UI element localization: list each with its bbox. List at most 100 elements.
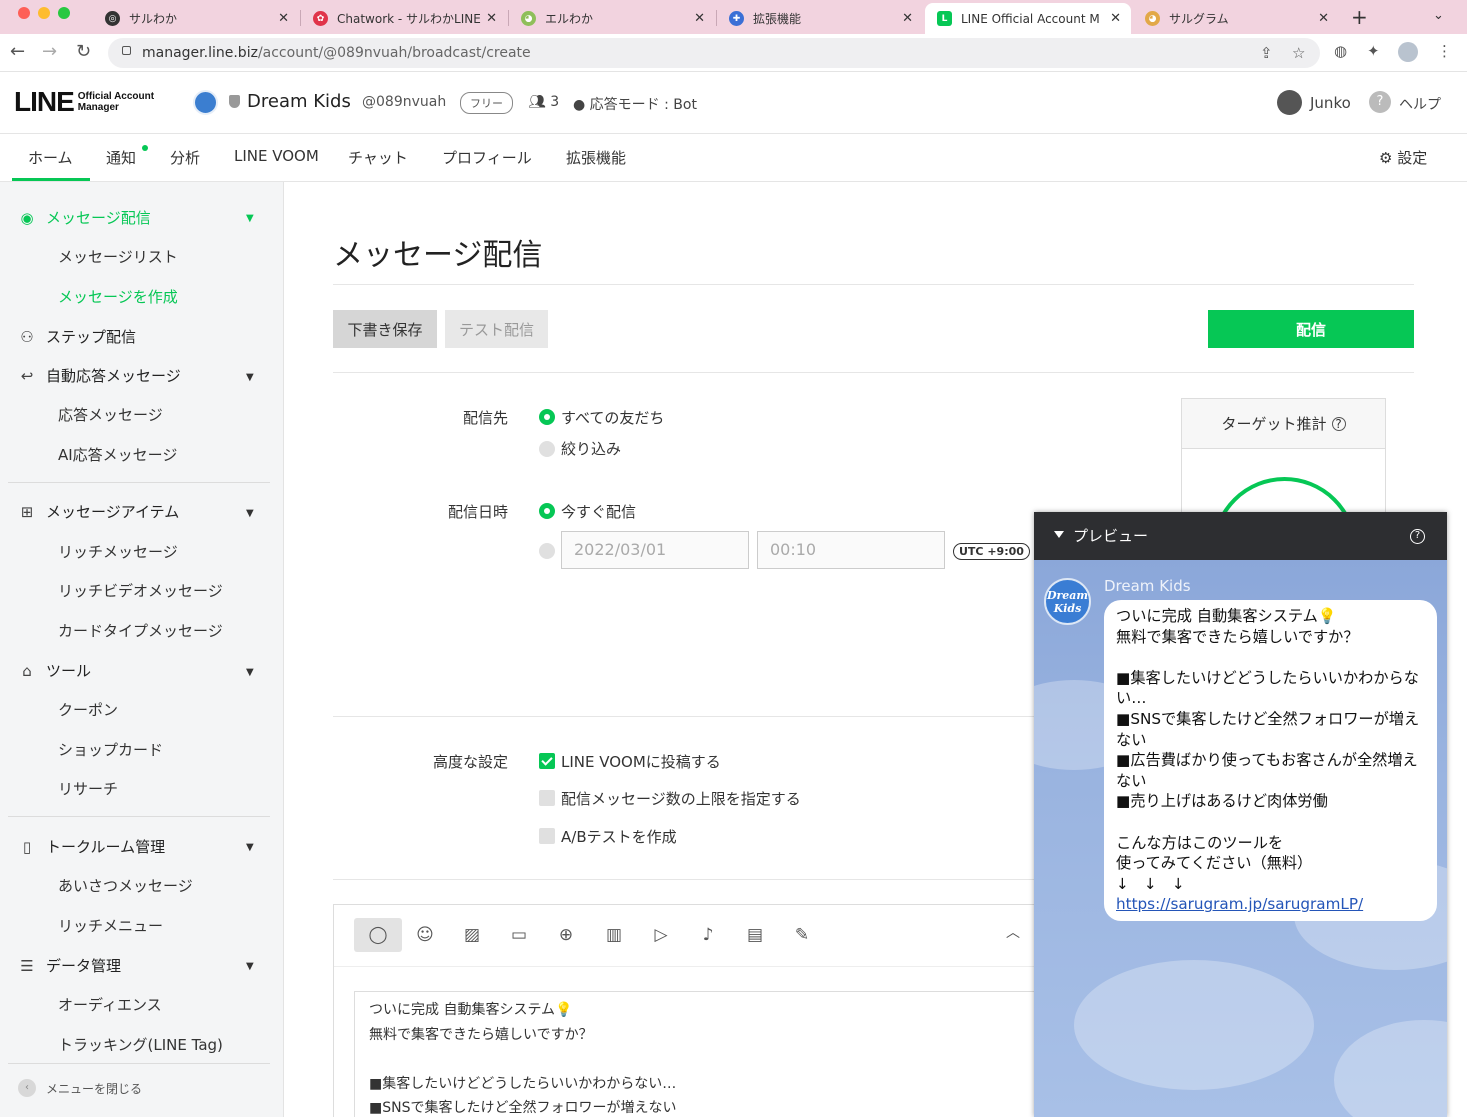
browser-tab[interactable]: ◕ エルわか ✕ xyxy=(509,3,715,34)
help-link[interactable]: ヘルプ xyxy=(1399,94,1441,114)
close-tab-icon[interactable]: ✕ xyxy=(902,11,913,26)
sidebar-item-rich-video[interactable]: リッチビデオメッセージ xyxy=(58,580,223,601)
share-icon[interactable]: ⇪ xyxy=(1260,44,1273,62)
survey-icon[interactable]: ✎ xyxy=(785,918,819,952)
nav-extensions[interactable]: 拡張機能 xyxy=(566,147,626,168)
user-name[interactable]: Junko xyxy=(1310,94,1351,112)
sidebar-broadcast[interactable]: ◉ メッセージ配信 xyxy=(17,207,150,228)
rich-video-icon[interactable]: ▥ xyxy=(597,918,631,952)
browser-tab[interactable]: ✿ Chatwork - サルわかLINE ✕ xyxy=(301,3,507,34)
close-tab-icon[interactable]: ✕ xyxy=(1318,11,1329,26)
limit-messages-checkbox[interactable] xyxy=(539,790,555,806)
sidebar-item-greeting[interactable]: あいさつメッセージ xyxy=(58,875,193,896)
sticker-icon[interactable]: ☺ xyxy=(408,918,442,952)
post-voom-checkbox[interactable] xyxy=(539,753,555,769)
sidebar-message-items[interactable]: ⊞ メッセージアイテム xyxy=(17,501,180,522)
test-send-button[interactable]: テスト配信 xyxy=(445,310,548,348)
browser-tab[interactable]: ◕ サルグラム ✕ xyxy=(1133,3,1339,34)
coupon-icon[interactable]: ▭ xyxy=(502,918,536,952)
close-tab-icon[interactable]: ✕ xyxy=(1110,11,1121,26)
date-input[interactable]: 2022/03/01 xyxy=(561,531,749,569)
browser-tab[interactable]: ✚ 拡張機能 ✕ xyxy=(717,3,923,34)
nav-notifications[interactable]: 通知 xyxy=(106,147,136,168)
limit-messages-label[interactable]: 配信メッセージ数の上限を指定する xyxy=(561,788,801,809)
close-window-button[interactable] xyxy=(18,7,30,19)
settings-link[interactable]: ⚙ 設定 xyxy=(1379,147,1427,168)
sidebar-item-message-list[interactable]: メッセージリスト xyxy=(58,246,178,267)
sidebar-step[interactable]: ⚇ ステップ配信 xyxy=(17,326,136,347)
new-tab-button[interactable]: + xyxy=(1351,5,1368,29)
send-now-label[interactable]: 今すぐ配信 xyxy=(561,501,636,522)
reload-icon[interactable]: ↻ xyxy=(76,40,91,64)
sidebar-tools[interactable]: ⌂ ツール xyxy=(17,660,91,681)
chevron-down-icon[interactable]: ▼ xyxy=(246,961,254,972)
recipients-filter-radio[interactable] xyxy=(539,441,555,457)
maximize-window-button[interactable] xyxy=(58,7,70,19)
sidebar-item-tracking[interactable]: トラッキング(LINE Tag) xyxy=(58,1034,223,1055)
scheduled-radio[interactable] xyxy=(539,543,555,559)
chevron-down-icon[interactable]: ▼ xyxy=(246,508,254,519)
caret-down-icon[interactable] xyxy=(1054,531,1064,538)
sidebar-item-research[interactable]: リサーチ xyxy=(58,778,118,799)
user-avatar[interactable] xyxy=(1277,90,1302,115)
post-voom-label[interactable]: LINE VOOMに投稿する xyxy=(561,751,721,772)
nav-profile[interactable]: プロフィール xyxy=(442,147,532,168)
nav-analytics[interactable]: 分析 xyxy=(170,147,200,168)
chevron-down-icon[interactable]: ▼ xyxy=(246,372,254,383)
time-input[interactable]: 00:10 xyxy=(757,531,945,569)
save-draft-button[interactable]: 下書き保存 xyxy=(333,310,437,348)
sidebar-data-management[interactable]: ☰ データ管理 xyxy=(17,955,121,976)
extension-icon[interactable]: ◍ xyxy=(1334,42,1347,60)
microphone-icon[interactable]: ♪ xyxy=(691,918,725,952)
preview-header[interactable]: プレビュー ? xyxy=(1034,512,1447,560)
send-now-radio[interactable] xyxy=(539,503,555,519)
sidebar-item-reply-message[interactable]: 応答メッセージ xyxy=(58,404,163,425)
sidebar-item-rich-message[interactable]: リッチメッセージ xyxy=(58,541,178,562)
sidebar-item-coupon[interactable]: クーポン xyxy=(58,699,118,720)
close-menu-button[interactable]: ‹ メニューを閉じる xyxy=(18,1079,142,1097)
ab-test-label[interactable]: A/Bテストを作成 xyxy=(561,826,677,847)
browser-tab[interactable]: ◎ サルわか ✕ xyxy=(93,3,299,34)
question-circle-icon[interactable]: ? xyxy=(1410,529,1425,544)
nav-chat[interactable]: チャット xyxy=(348,147,408,168)
rich-message-icon[interactable]: ⊕ xyxy=(549,918,583,952)
sidebar-item-audience[interactable]: オーディエンス xyxy=(58,994,162,1015)
sidebar-talkroom[interactable]: ▯ トークルーム管理 xyxy=(17,836,165,857)
send-button[interactable]: 配信 xyxy=(1208,310,1414,348)
recipients-all-label[interactable]: すべての友だち xyxy=(561,407,664,428)
forward-arrow-icon[interactable]: → xyxy=(42,40,57,64)
close-tab-icon[interactable]: ✕ xyxy=(278,11,289,26)
sidebar-auto-reply[interactable]: ↩ 自動応答メッセージ xyxy=(17,365,181,386)
chevron-down-icon[interactable]: ▼ xyxy=(246,213,254,224)
nav-line-voom[interactable]: LINE VOOM xyxy=(234,147,319,165)
response-mode[interactable]: ● 応答モード : Bot xyxy=(573,94,697,114)
profile-avatar[interactable] xyxy=(1398,42,1418,62)
more-vertical-icon[interactable]: ⋮ xyxy=(1437,42,1452,60)
video-icon[interactable]: ▷ xyxy=(644,918,678,952)
sidebar-item-shop-card[interactable]: ショップカード xyxy=(58,739,163,760)
minimize-window-button[interactable] xyxy=(38,7,50,19)
url-text[interactable]: manager.line.biz/account/@089nvuah/broad… xyxy=(142,45,531,61)
sidebar-item-card-type[interactable]: カードタイプメッセージ xyxy=(58,620,223,641)
sidebar-item-create-message[interactable]: メッセージを作成 xyxy=(58,286,178,307)
message-link[interactable]: https://sarugram.jp/sarugramLP/ xyxy=(1116,895,1363,913)
puzzle-extensions-icon[interactable]: ✦ xyxy=(1367,42,1380,60)
close-tab-icon[interactable]: ✕ xyxy=(694,11,705,26)
url-bar[interactable]: manager.line.biz/account/@089nvuah/broad… xyxy=(108,38,1320,68)
help-icon[interactable]: ? xyxy=(1369,91,1391,113)
message-text-input[interactable]: ついに完成 自動集客システム💡 無料で集客できたら嬉しいですか？ ■集客したいけ… xyxy=(354,991,1074,1117)
card-type-icon[interactable]: ▤ xyxy=(738,918,772,952)
close-tab-icon[interactable]: ✕ xyxy=(486,11,497,26)
sidebar-item-rich-menu[interactable]: リッチメニュー xyxy=(58,915,163,936)
image-icon[interactable]: ▨ xyxy=(455,918,489,952)
line-oa-manager-logo[interactable]: LINE Official Account Manager xyxy=(14,86,154,118)
chevron-down-icon[interactable]: ▼ xyxy=(246,667,254,678)
account-avatar[interactable] xyxy=(193,90,218,115)
recipients-all-radio[interactable] xyxy=(539,409,555,425)
ab-test-checkbox[interactable] xyxy=(539,828,555,844)
text-bubble-icon[interactable]: ◯ xyxy=(354,918,402,952)
recipients-filter-label[interactable]: 絞り込み xyxy=(561,438,621,459)
sidebar-item-ai-reply[interactable]: AI応答メッセージ xyxy=(58,444,177,465)
account-name[interactable]: Dream Kids xyxy=(247,91,351,112)
chevron-down-icon[interactable]: ▼ xyxy=(246,842,254,853)
